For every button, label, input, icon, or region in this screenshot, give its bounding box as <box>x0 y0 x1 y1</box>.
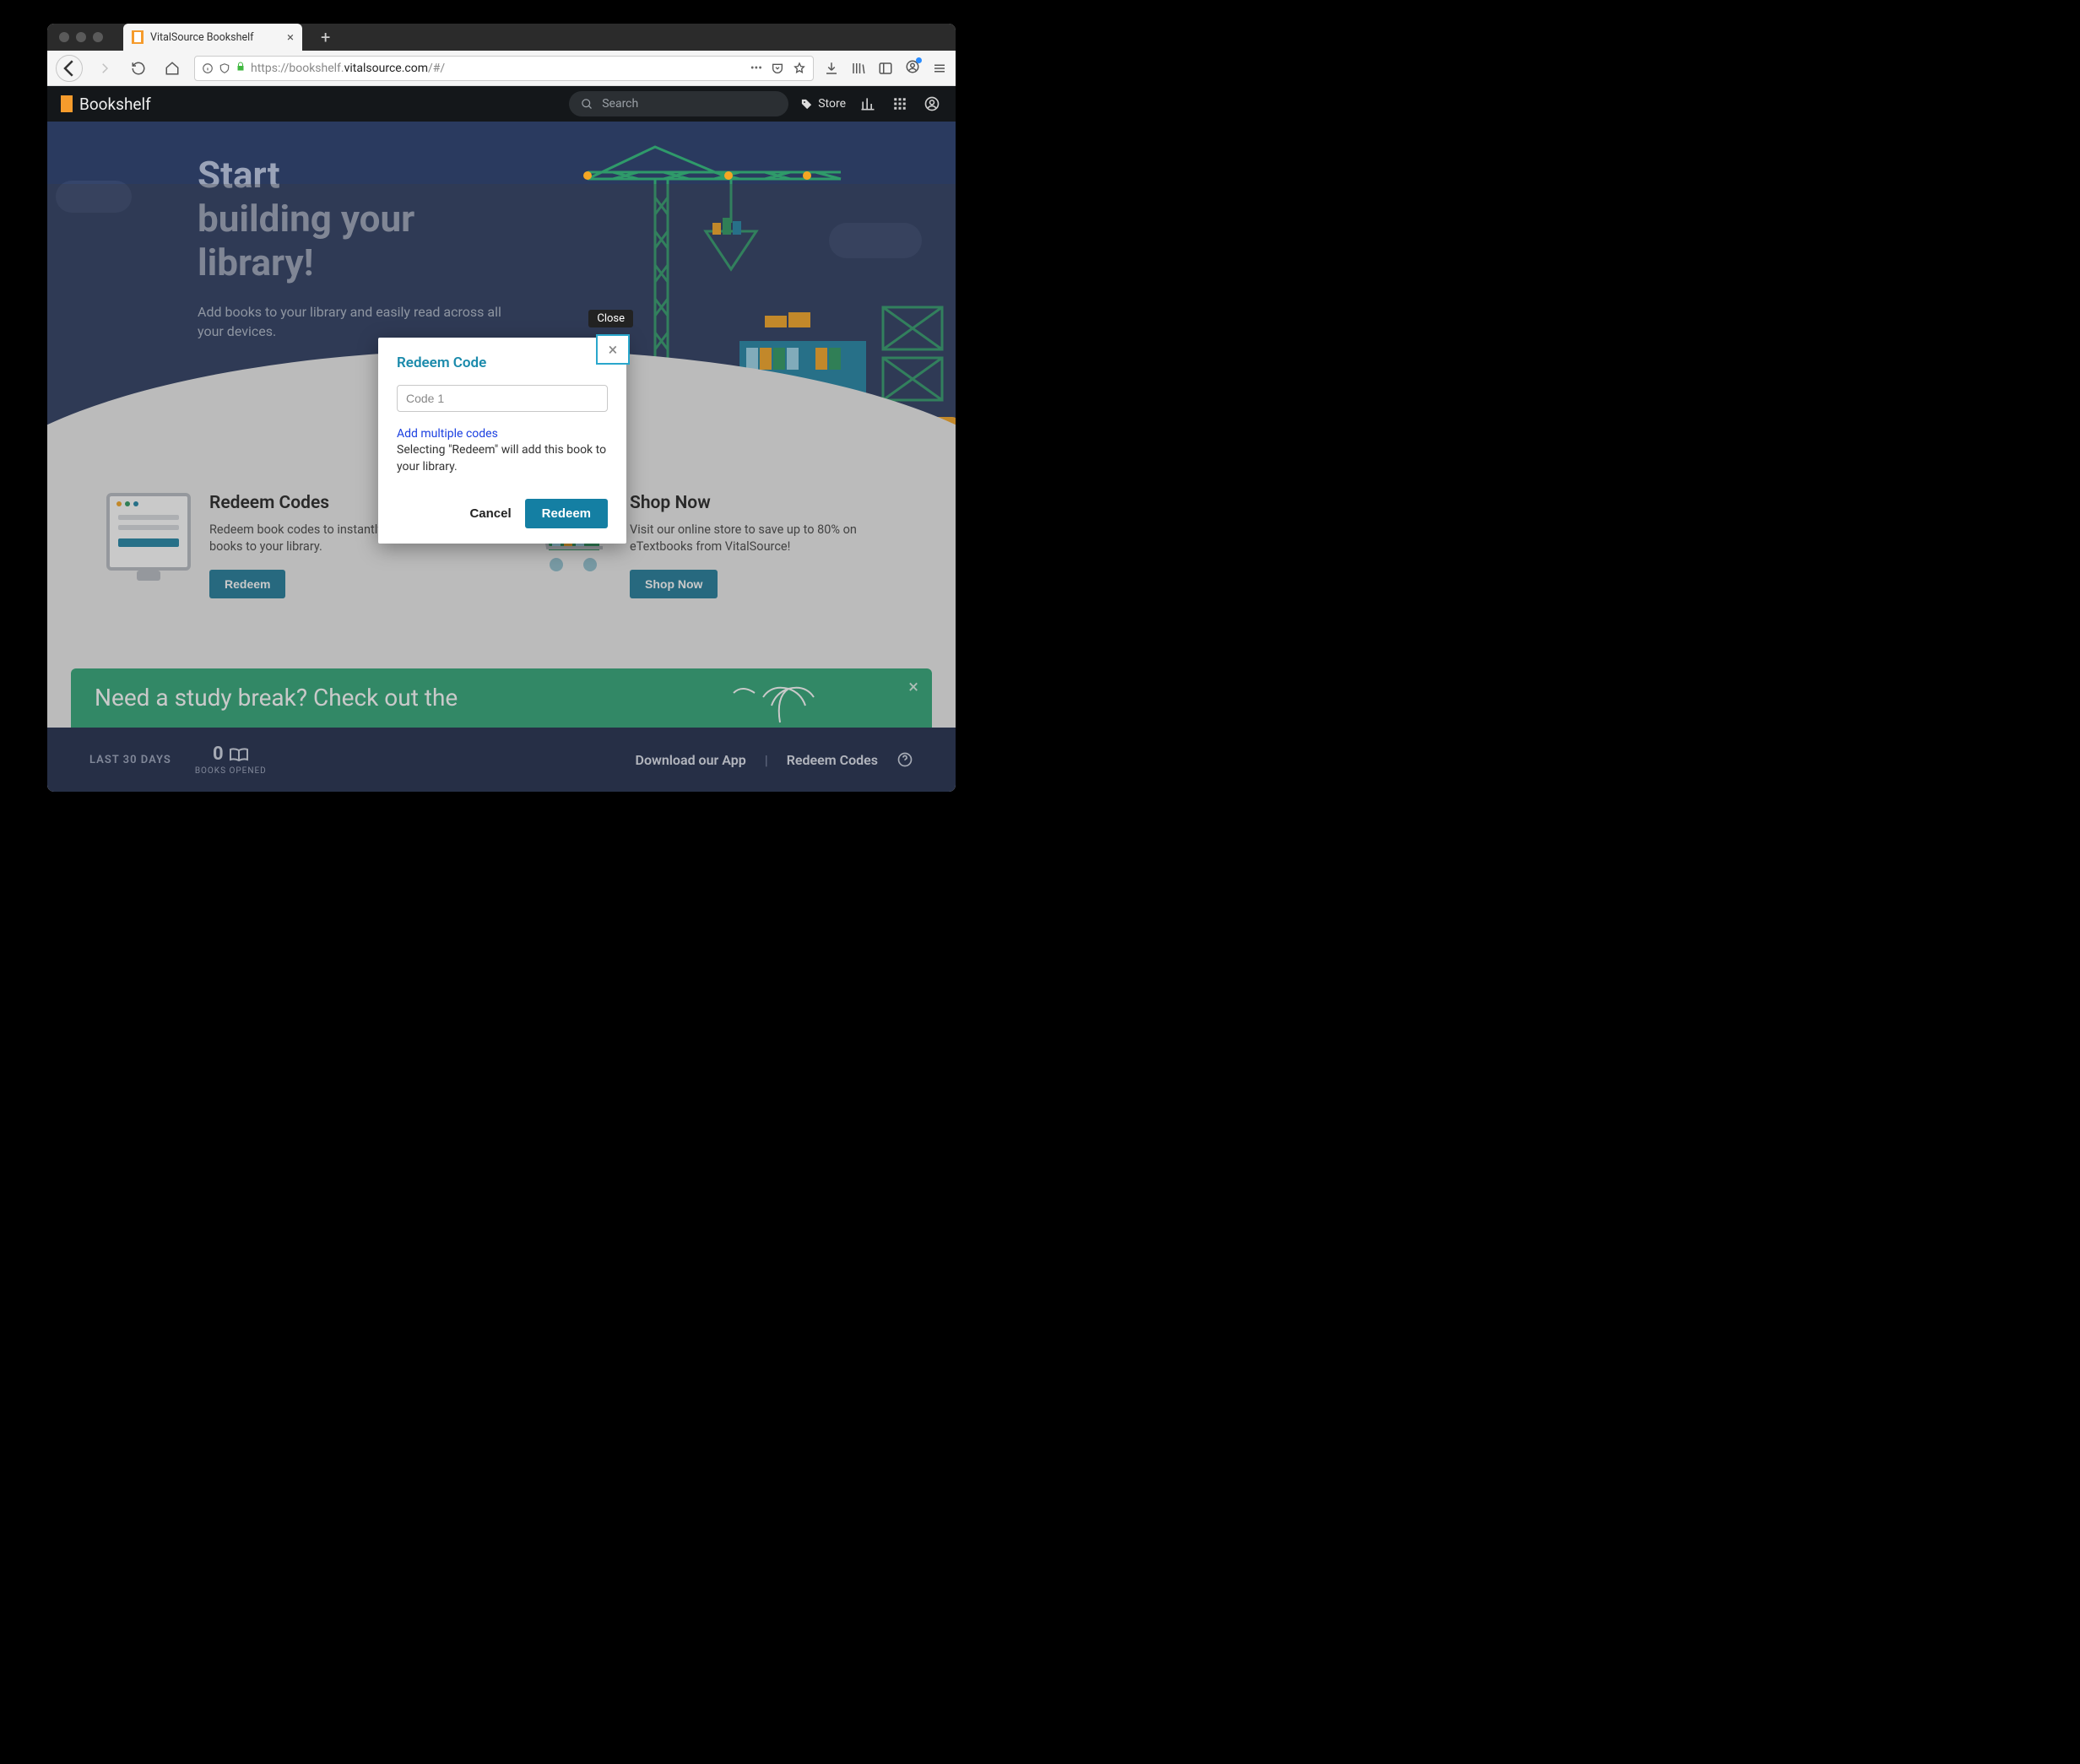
window-close-dot[interactable] <box>59 32 69 42</box>
store-label: Store <box>818 97 846 111</box>
modal-close-button[interactable]: × <box>596 334 630 365</box>
window-max-dot[interactable] <box>93 32 103 42</box>
store-link[interactable]: Store <box>800 97 846 111</box>
library-icon[interactable] <box>851 61 866 76</box>
tab-title: VitalSource Bookshelf <box>150 31 254 44</box>
bookmark-star-icon[interactable] <box>793 62 806 75</box>
nav-reload-button[interactable] <box>127 57 150 80</box>
nav-forward-button[interactable] <box>93 57 116 80</box>
hamburger-menu-icon[interactable] <box>932 61 947 76</box>
profile-icon[interactable] <box>922 94 942 114</box>
brand[interactable]: Bookshelf <box>61 95 151 114</box>
url-bar[interactable]: https://bookshelf.vitalsource.com/#/ ••• <box>194 56 814 81</box>
redeem-code-input[interactable] <box>397 385 608 412</box>
brand-icon <box>61 95 73 112</box>
window-controls[interactable] <box>59 32 103 42</box>
close-tooltip: Close <box>588 310 633 327</box>
search-icon <box>581 98 593 111</box>
modal-title: Redeem Code <box>397 354 608 371</box>
search-placeholder: Search <box>602 97 638 111</box>
apps-grid-icon[interactable] <box>890 94 910 114</box>
browser-navbar: https://bookshelf.vitalsource.com/#/ ••• <box>47 51 956 86</box>
add-multiple-codes-link[interactable]: Add multiple codes <box>397 427 608 441</box>
cancel-button[interactable]: Cancel <box>469 506 511 521</box>
pocket-icon[interactable] <box>771 62 784 75</box>
window-titlebar: VitalSource Bookshelf × + <box>47 24 956 51</box>
browser-window: VitalSource Bookshelf × + https://booksh… <box>47 24 956 792</box>
new-tab-button[interactable]: + <box>321 27 330 47</box>
window-min-dot[interactable] <box>76 32 86 42</box>
account-icon[interactable] <box>905 59 920 78</box>
shield-icon <box>219 62 230 74</box>
app-content: Start building your library! Add books t… <box>47 122 956 792</box>
tab-close-icon[interactable]: × <box>287 30 294 45</box>
browser-tab[interactable]: VitalSource Bookshelf × <box>123 24 302 51</box>
nav-back-button[interactable] <box>56 55 83 82</box>
info-icon <box>202 62 214 74</box>
close-icon: × <box>609 339 618 360</box>
app-header: Bookshelf Search Store <box>47 86 956 122</box>
sidebar-icon[interactable] <box>878 61 893 76</box>
redeem-code-modal: Close × Redeem Code Add multiple codes S… <box>378 338 626 544</box>
search-input[interactable]: Search <box>569 91 788 116</box>
downloads-icon[interactable] <box>824 61 839 76</box>
notification-dot-icon <box>916 57 922 63</box>
tag-icon <box>800 98 813 111</box>
tab-favicon-icon <box>132 30 144 44</box>
lock-icon <box>236 61 246 76</box>
url-text: https://bookshelf.vitalsource.com/#/ <box>251 62 445 75</box>
chart-icon[interactable] <box>858 94 878 114</box>
brand-label: Bookshelf <box>79 95 151 114</box>
nav-home-button[interactable] <box>160 57 184 80</box>
redeem-button[interactable]: Redeem <box>525 499 608 528</box>
url-more-icon[interactable]: ••• <box>750 62 762 75</box>
modal-help-text: Selecting "Redeem" will add this book to… <box>397 442 608 475</box>
